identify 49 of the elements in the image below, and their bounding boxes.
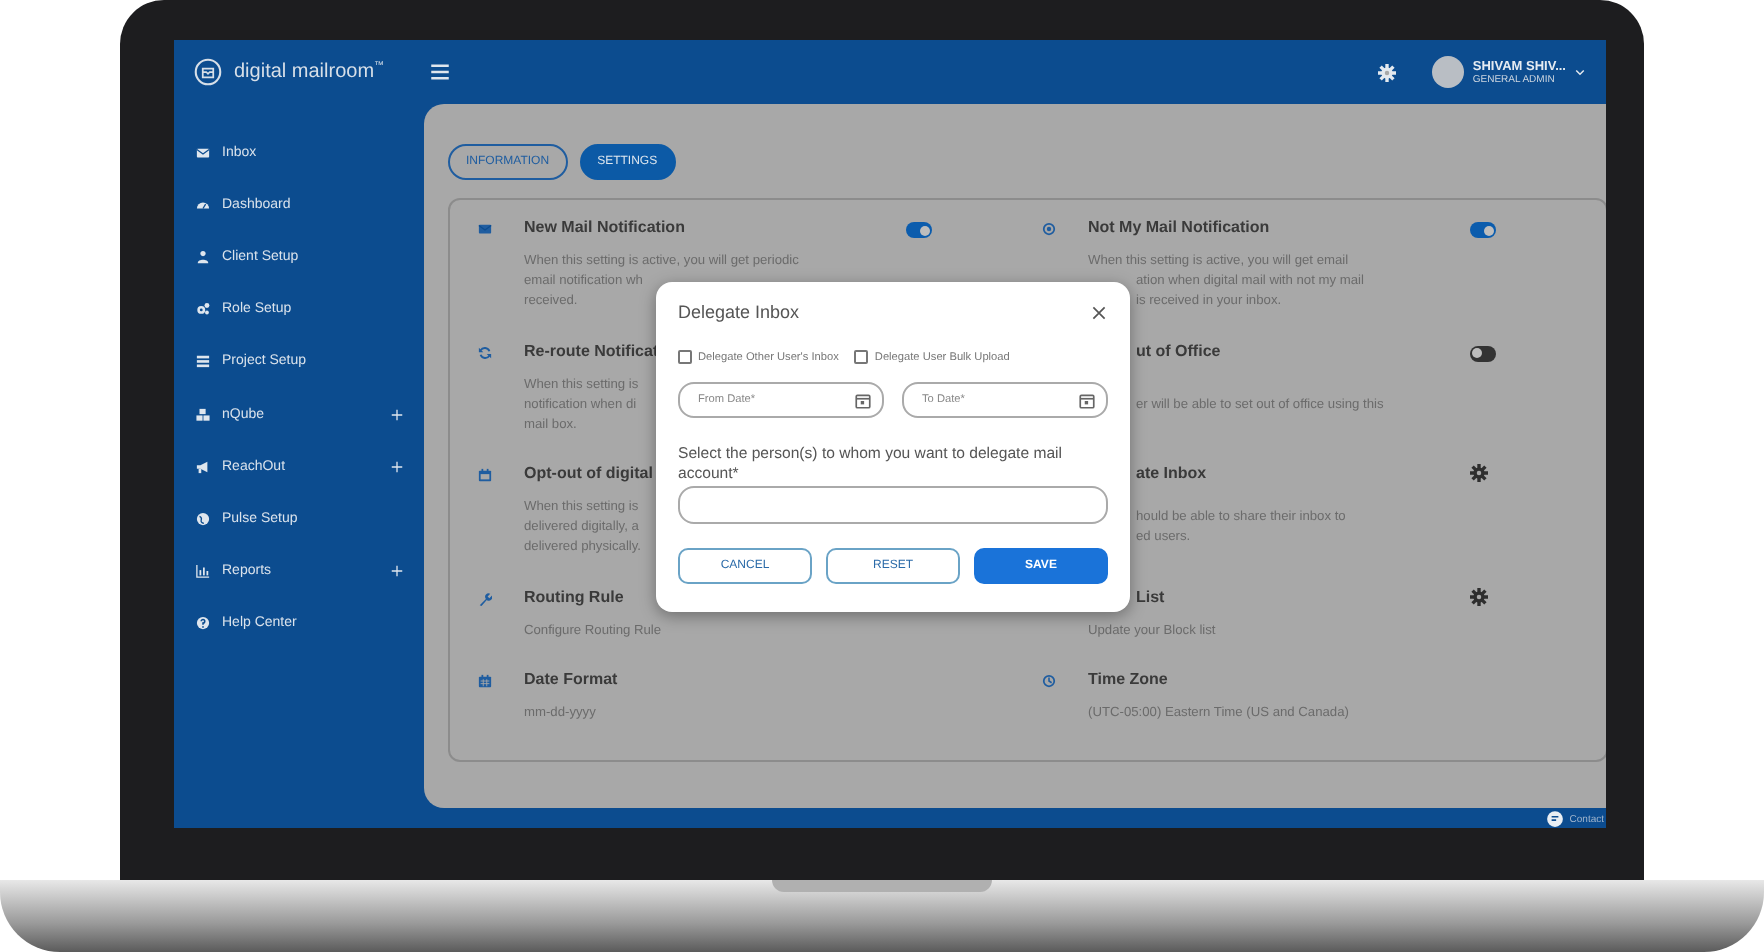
checkbox[interactable] bbox=[678, 350, 692, 364]
person-icon bbox=[196, 249, 210, 264]
plus-icon bbox=[390, 407, 404, 422]
clock-icon bbox=[1042, 674, 1056, 688]
setting-title: Re-route Notificat bbox=[524, 341, 659, 359]
chevron-down-icon bbox=[1574, 66, 1586, 78]
menu-icon bbox=[430, 62, 450, 82]
cubes-icon bbox=[196, 407, 210, 422]
help-icon bbox=[196, 616, 210, 631]
plus-icon bbox=[390, 459, 404, 474]
toggle-switch[interactable] bbox=[906, 222, 932, 238]
refresh-icon bbox=[478, 345, 492, 359]
toggle-switch[interactable] bbox=[1470, 222, 1496, 238]
setting-title: ate Inbox bbox=[1136, 464, 1207, 482]
list-icon bbox=[196, 354, 210, 369]
bar-chart-icon bbox=[196, 564, 210, 579]
calendar-icon bbox=[478, 468, 492, 482]
toggle-switch[interactable] bbox=[1470, 345, 1496, 361]
megaphone-icon bbox=[196, 459, 210, 474]
settings-icon bbox=[1470, 587, 1488, 605]
setting-title: ut of Office bbox=[1136, 341, 1221, 359]
calendar-icon bbox=[1078, 391, 1096, 409]
setting-title: List bbox=[1136, 587, 1165, 605]
dialog-title: Delegate Inbox bbox=[678, 302, 800, 322]
setting-title: Opt-out of digital bbox=[524, 464, 653, 482]
mailbox-logo-icon bbox=[194, 58, 222, 86]
close-icon bbox=[1090, 303, 1108, 321]
envelope-icon bbox=[196, 145, 210, 160]
target-icon bbox=[1042, 222, 1056, 236]
gears-icon bbox=[196, 302, 210, 317]
gauge-icon bbox=[196, 197, 210, 212]
calendar-icon bbox=[478, 674, 492, 688]
setting-title: Not My Mail Notification bbox=[1088, 218, 1270, 236]
setting-title: Routing Rule bbox=[524, 587, 624, 605]
logo-text: digital mailroom$^{™}$ bbox=[234, 60, 385, 84]
setting-title: Time Zone bbox=[1088, 670, 1168, 688]
globe-icon bbox=[196, 511, 210, 526]
person-field[interactable] bbox=[678, 486, 1108, 524]
checkbox[interactable] bbox=[854, 350, 869, 364]
close-button[interactable] bbox=[1090, 303, 1108, 321]
setting-title: Date Format bbox=[524, 670, 618, 688]
settings-icon bbox=[1470, 464, 1488, 482]
plus-icon bbox=[390, 564, 404, 579]
envelope-icon bbox=[478, 222, 492, 236]
setting-title: New Mail Notification bbox=[524, 218, 685, 236]
calendar-icon bbox=[854, 391, 872, 409]
wrench-icon bbox=[478, 591, 492, 605]
avatar[interactable] bbox=[1432, 56, 1465, 88]
settings-icon bbox=[1378, 63, 1397, 81]
